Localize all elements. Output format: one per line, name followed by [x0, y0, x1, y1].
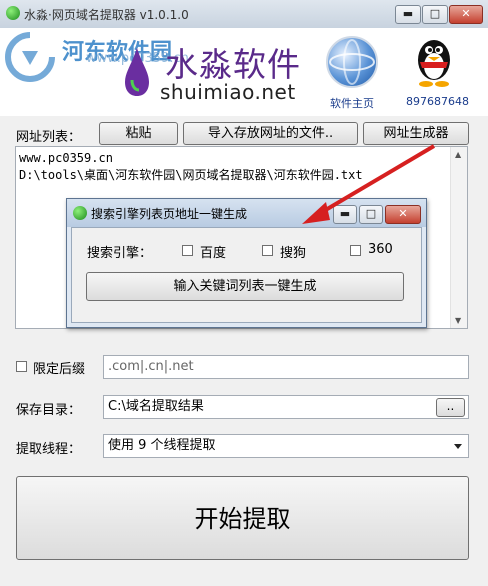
- 360-checkbox[interactable]: [350, 245, 361, 256]
- start-button[interactable]: 开始提取: [16, 476, 469, 560]
- sogou-checkbox[interactable]: [262, 245, 273, 256]
- baidu-label: 百度: [200, 246, 227, 261]
- globe-icon[interactable]: [326, 36, 378, 88]
- threads-label: 提取线程：: [16, 442, 82, 457]
- suffix-label: 限定后缀: [33, 362, 86, 377]
- suffix-input[interactable]: .com|.cn|.net: [103, 355, 469, 379]
- keyword-generate-button[interactable]: 输入关键词列表一键生成: [86, 272, 404, 301]
- threads-select[interactable]: 使用 9 个线程提取: [103, 434, 469, 458]
- save-dir-input[interactable]: C:\域名提取结果: [103, 395, 469, 419]
- suffix-checkbox[interactable]: [16, 361, 27, 372]
- qq-number[interactable]: 897687648: [406, 95, 469, 108]
- dialog-body: 搜索引擎： 百度 搜狗 360 输入关键词列表一键生成: [71, 227, 422, 323]
- qq-penguin-icon[interactable]: [412, 32, 456, 88]
- scroll-down-icon[interactable]: ▼: [455, 316, 461, 325]
- baidu-checkbox[interactable]: [182, 245, 193, 256]
- sogou-label: 搜狗: [280, 246, 307, 261]
- watermark-logo-icon: [4, 32, 55, 83]
- paste-button[interactable]: 粘贴: [99, 122, 178, 145]
- browse-button[interactable]: ..: [436, 398, 465, 417]
- app-icon: [6, 6, 20, 20]
- 360-label: 360: [368, 242, 393, 257]
- banner: 河东软件园 www.pc0359.cn 水淼软件 shuimiao.net 软件…: [0, 28, 488, 116]
- minimize-button[interactable]: ▬: [395, 5, 421, 24]
- engine-label: 搜索引擎：: [87, 246, 153, 261]
- threads-selected: 使用 9 个线程提取: [108, 438, 216, 453]
- url-line: www.pc0359.cn: [19, 151, 113, 165]
- title-bar: 水淼·网页域名提取器 v1.0.1.0 ▬ □ ✕: [0, 0, 488, 29]
- url-list-label: 网址列表：: [16, 130, 82, 145]
- vertical-scrollbar[interactable]: ▲ ▼: [450, 147, 467, 328]
- chevron-down-icon[interactable]: [454, 444, 462, 449]
- dialog-app-icon: [73, 206, 87, 220]
- maximize-button[interactable]: □: [422, 5, 448, 24]
- brand-name-en: shuimiao.net: [160, 80, 296, 104]
- water-drop-icon: [125, 48, 149, 96]
- dialog-title: 搜索引擎列表页地址一键生成: [91, 207, 248, 221]
- scroll-up-icon[interactable]: ▲: [455, 150, 461, 159]
- annotation-arrow-icon: [302, 144, 436, 224]
- save-dir-value: C:\域名提取结果: [108, 399, 204, 414]
- window-title: 水淼·网页域名提取器 v1.0.1.0: [24, 8, 189, 22]
- homepage-link[interactable]: 软件主页: [330, 95, 374, 111]
- close-button[interactable]: ✕: [449, 5, 483, 24]
- brand-name-cn: 水淼软件: [165, 45, 301, 84]
- save-dir-label: 保存目录：: [16, 403, 82, 418]
